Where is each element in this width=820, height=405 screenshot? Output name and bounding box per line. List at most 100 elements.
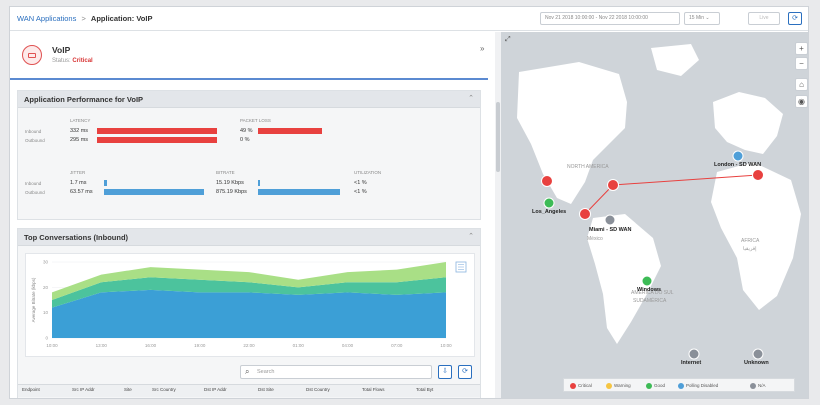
packet-loss-heading: PACKET LOSS xyxy=(240,118,271,123)
chevron-down-icon: ⌄ xyxy=(705,15,710,21)
export-icon[interactable]: ⇩ xyxy=(438,365,452,379)
refresh-icon[interactable]: ⟳ xyxy=(788,12,802,25)
legend-item: Good xyxy=(646,383,665,389)
column-header[interactable]: Site xyxy=(124,387,132,392)
row-label-inbound: Inbound xyxy=(25,129,42,134)
locate-icon[interactable]: ◉ xyxy=(795,95,808,108)
site-marker[interactable] xyxy=(732,150,744,162)
bitrate-outbound-value: 875.19 Kbps xyxy=(216,189,247,195)
performance-panel-header[interactable]: Application Performance for VoIP ⌃ xyxy=(18,91,480,108)
site-marker[interactable] xyxy=(688,348,700,360)
column-header[interactable]: Src Country xyxy=(152,387,176,392)
row-label-outbound: Outbound xyxy=(25,190,45,195)
status-value: Critical xyxy=(72,58,93,64)
search-icon: ⌕ xyxy=(245,367,250,376)
x-tick-label: 13:00 xyxy=(96,343,108,348)
conversations-panel: Top Conversations (Inbound) ⌃ 30 20 10 0 Ave… xyxy=(17,228,481,398)
column-header[interactable]: Dst Country xyxy=(306,387,330,392)
continent-label: AFRICA xyxy=(741,238,760,244)
packet-loss-inbound-bar xyxy=(258,128,322,134)
row-label-outbound: Outbound xyxy=(25,138,45,143)
continent-label: إفريقيا xyxy=(743,246,757,252)
conversations-panel-header[interactable]: Top Conversations (Inbound) ⌃ xyxy=(18,229,480,246)
x-tick-label: 10:00 xyxy=(46,343,58,348)
breadcrumb-current: Application: VoIP xyxy=(90,14,153,23)
zoom-out-button[interactable]: − xyxy=(795,57,808,70)
y-tick-label: 0 xyxy=(45,336,48,341)
utilization-outbound-value: <1 % xyxy=(354,189,367,195)
jitter-inbound-value: 1.7 ms xyxy=(70,180,87,186)
jitter-outbound-bar xyxy=(104,189,204,195)
x-tick-label: 07:00 xyxy=(391,343,403,348)
column-header[interactable]: Total Byt xyxy=(416,387,433,392)
search-input[interactable]: ⌕ Search xyxy=(240,365,432,379)
area-series-0 xyxy=(52,289,446,338)
jitter-outbound-value: 63.57 ms xyxy=(70,189,93,195)
site-marker[interactable] xyxy=(752,169,764,181)
bitrate-inbound-value: 15.19 Kbps xyxy=(216,180,244,186)
time-range-picker[interactable]: Nov 21 2018 10:00:00 - Nov 22 2018 10:00… xyxy=(540,12,680,25)
range-separator: - xyxy=(595,15,598,21)
expand-icon[interactable]: ⤢ xyxy=(505,36,511,44)
continent-label: NORTH AMERICA xyxy=(567,164,609,170)
column-header[interactable]: Dst Site xyxy=(258,387,274,392)
search-placeholder: Search xyxy=(257,369,275,375)
performance-panel: Application Performance for VoIP ⌃ LATEN… xyxy=(17,90,481,220)
breadcrumb-separator: > xyxy=(81,14,86,23)
x-tick-label: 04:00 xyxy=(342,343,354,348)
application-status: Status: Critical xyxy=(52,58,93,64)
site-marker[interactable] xyxy=(752,348,764,360)
x-tick-label: 10:00 xyxy=(440,343,452,348)
interval-select[interactable]: 15 Min ⌄ xyxy=(684,12,720,25)
column-header[interactable]: Dst IP Addr xyxy=(204,387,227,392)
collapse-pane-icon[interactable]: » xyxy=(480,44,484,53)
application-header: VoIP Status: Critical » xyxy=(10,32,488,80)
row-label-inbound: Inbound xyxy=(25,181,42,186)
site-marker[interactable] xyxy=(543,197,555,209)
x-tick-label: 22:00 xyxy=(243,343,255,348)
site-marker[interactable] xyxy=(641,275,653,287)
site-marker[interactable] xyxy=(607,179,619,191)
chevron-up-icon[interactable]: ⌃ xyxy=(468,232,474,240)
application-icon xyxy=(22,45,42,65)
column-header[interactable]: Endpoint xyxy=(22,387,40,392)
home-icon[interactable]: ⌂ xyxy=(795,78,808,91)
live-button[interactable]: Live xyxy=(748,12,780,25)
good-dot-icon xyxy=(646,383,652,389)
site-label-internet: Internet xyxy=(681,360,701,366)
conversations-chart: 30 20 10 0 Average Bitrate (kbps) 10:00 13:00 1… xyxy=(25,253,475,357)
chevron-up-icon[interactable]: ⌃ xyxy=(468,94,474,102)
column-header[interactable]: Total Flows xyxy=(362,387,385,392)
legend-item: Critical xyxy=(570,383,592,389)
range-start: Nov 21 2018 10:00:00 xyxy=(545,15,595,21)
polling-disabled-dot-icon xyxy=(678,383,684,389)
x-tick-label: 19:00 xyxy=(194,343,206,348)
continent-label: SUDAMÉRICA xyxy=(633,297,667,304)
zoom-in-button[interactable]: + xyxy=(795,42,808,55)
utilization-inbound-value: <1 % xyxy=(354,180,367,186)
site-marker[interactable] xyxy=(604,214,616,226)
table-header: Endpoint Src IP Addr Site Src Country Ds… xyxy=(18,384,480,397)
country-label: México xyxy=(587,236,603,242)
bitrate-heading: BITRATE xyxy=(216,170,235,175)
site-marker[interactable] xyxy=(579,208,591,220)
conversations-panel-title: Top Conversations (Inbound) xyxy=(24,233,129,242)
refresh-table-icon[interactable]: ⟳ xyxy=(458,365,472,379)
left-pane: VoIP Status: Critical » Application Perf… xyxy=(10,32,488,398)
jitter-heading: JITTER xyxy=(70,170,86,175)
map-panel[interactable]: NORTH AMERICA México AFRICA إفريقيا AMÉR… xyxy=(501,32,808,398)
critical-dot-icon xyxy=(570,383,576,389)
range-end: Nov 22 2018 10:00:00 xyxy=(598,15,648,21)
x-tick-label: 16:00 xyxy=(145,343,157,348)
app-window: WAN Applications > Application: VoIP Nov… xyxy=(9,6,809,399)
status-label: Status: xyxy=(52,58,71,64)
site-marker[interactable] xyxy=(541,175,553,187)
site-label-unknown: Unknown xyxy=(744,360,769,366)
column-header[interactable]: Src IP Addr xyxy=(72,387,95,392)
y-tick-label: 30 xyxy=(43,260,49,265)
jitter-inbound-bar xyxy=(104,180,107,186)
breadcrumb-parent-link[interactable]: WAN Applications xyxy=(17,14,76,23)
latency-inbound-value: 332 ms xyxy=(70,128,89,134)
latency-outbound-value: 295 ms xyxy=(70,137,89,143)
application-name: VoIP xyxy=(52,45,71,55)
